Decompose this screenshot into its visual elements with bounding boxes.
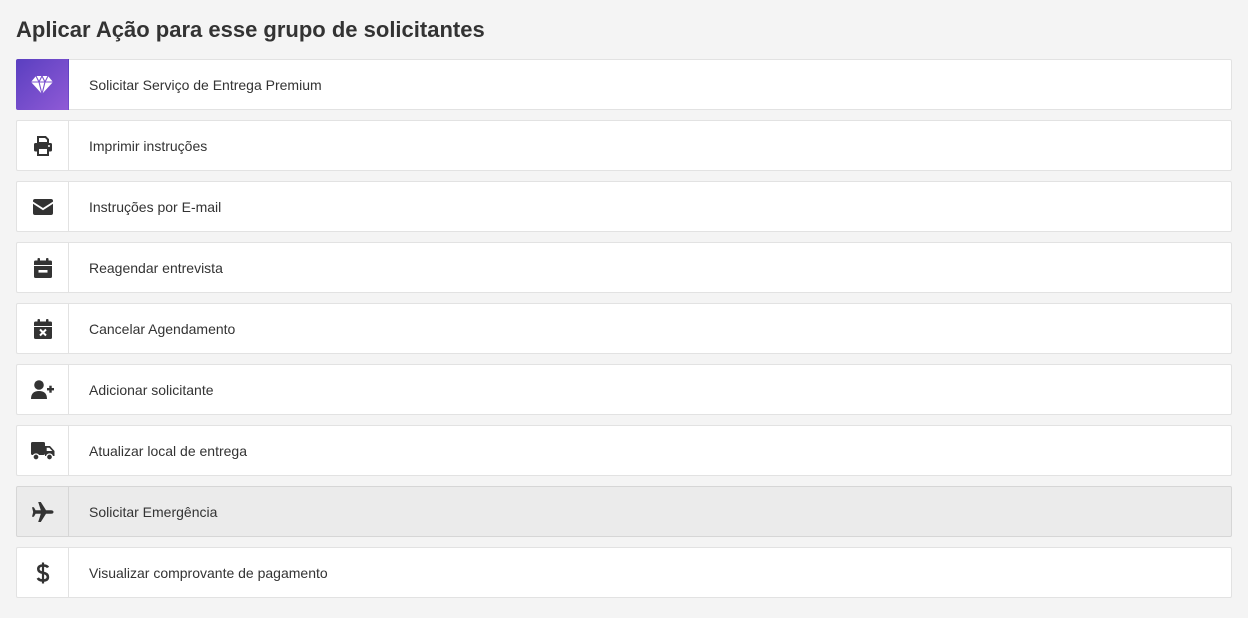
- calendar-minus-icon: [17, 243, 69, 292]
- action-reschedule-interview[interactable]: Reagendar entrevista: [16, 242, 1232, 293]
- plane-icon: [17, 487, 69, 536]
- action-add-applicant[interactable]: Adicionar solicitante: [16, 364, 1232, 415]
- action-label: Imprimir instruções: [89, 137, 208, 154]
- action-view-payment-receipt[interactable]: Visualizar comprovante de pagamento: [16, 547, 1232, 598]
- action-label: Reagendar entrevista: [89, 259, 223, 276]
- action-label: Instruções por E-mail: [89, 198, 222, 215]
- action-label: Adicionar solicitante: [89, 381, 214, 398]
- action-label: Cancelar Agendamento: [89, 320, 236, 337]
- action-print-instructions[interactable]: Imprimir instruções: [16, 120, 1232, 171]
- dollar-icon: [17, 548, 69, 597]
- action-request-premium-delivery[interactable]: Solicitar Serviço de Entrega Premium: [16, 59, 1232, 110]
- action-email-instructions[interactable]: Instruções por E-mail: [16, 181, 1232, 232]
- action-list: Solicitar Serviço de Entrega Premium Imp…: [16, 59, 1232, 608]
- action-label: Atualizar local de entrega: [89, 442, 247, 459]
- envelope-icon: [17, 182, 69, 231]
- action-update-delivery-location[interactable]: Atualizar local de entrega: [16, 425, 1232, 476]
- action-cancel-appointment[interactable]: Cancelar Agendamento: [16, 303, 1232, 354]
- action-label: Visualizar comprovante de pagamento: [89, 564, 328, 581]
- user-plus-icon: [17, 365, 69, 414]
- action-label: Solicitar Serviço de Entrega Premium: [89, 76, 322, 93]
- action-request-emergency[interactable]: Solicitar Emergência: [16, 486, 1232, 537]
- action-label: Solicitar Emergência: [89, 503, 218, 520]
- printer-icon: [17, 121, 69, 170]
- page-title: Aplicar Ação para esse grupo de solicita…: [16, 17, 485, 42]
- calendar-times-icon: [17, 304, 69, 353]
- diamond-icon: [16, 59, 69, 110]
- truck-icon: [17, 426, 69, 475]
